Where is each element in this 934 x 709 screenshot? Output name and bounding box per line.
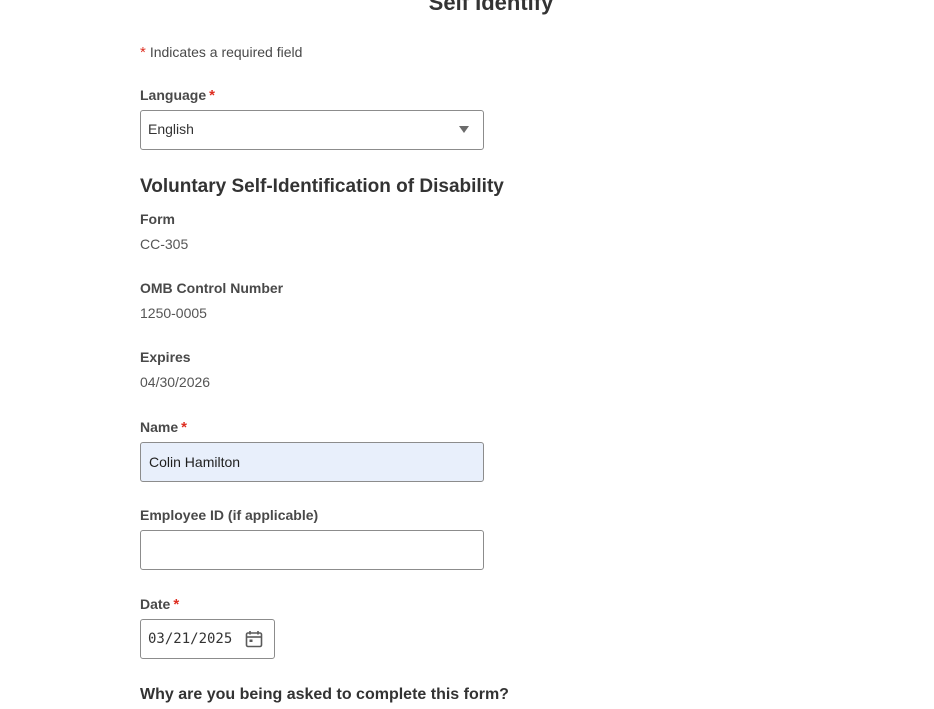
calendar-icon[interactable] — [245, 630, 263, 648]
expires-label: Expires — [140, 349, 191, 365]
language-selected-value: English — [148, 121, 194, 137]
required-asterisk: * — [181, 419, 187, 436]
form-value: CC-305 — [140, 236, 189, 252]
required-asterisk: * — [140, 44, 146, 61]
name-label-text: Name — [140, 419, 179, 435]
name-input[interactable] — [141, 443, 483, 481]
chevron-down-icon[interactable] — [459, 126, 469, 133]
omb-control-number-value: 1250-0005 — [140, 305, 207, 321]
language-label: Language * — [140, 87, 215, 104]
language-select[interactable]: English — [140, 110, 484, 150]
form-label: Form — [140, 211, 175, 227]
expires-value: 04/30/2026 — [140, 374, 211, 390]
date-label-text: Date — [140, 596, 171, 612]
self-identify-page: Self Identify * Indicates a required fiel… — [0, 0, 934, 709]
employee-id-field[interactable] — [140, 530, 484, 570]
section-heading: Voluntary Self-Identification of Disabil… — [140, 176, 504, 197]
date-value: 03/21/2025 — [148, 631, 233, 647]
employee-id-label: Employee ID (if applicable) — [140, 507, 319, 523]
date-input[interactable]: 03/21/2025 — [140, 619, 275, 659]
language-label-text: Language — [140, 87, 207, 103]
name-field[interactable] — [140, 442, 484, 482]
why-asked-question: Why are you being asked to complete this… — [140, 686, 509, 703]
required-note-text: Indicates a required field — [149, 44, 303, 60]
omb-control-number-label: OMB Control Number — [140, 280, 284, 296]
required-asterisk: * — [209, 87, 215, 104]
employee-id-input[interactable] — [141, 531, 483, 569]
required-field-note: * Indicates a required field — [140, 44, 302, 61]
required-asterisk: * — [173, 596, 180, 613]
name-label: Name * — [140, 419, 187, 436]
date-label: Date * — [140, 596, 179, 613]
page-title: Self Identify — [428, 0, 554, 15]
